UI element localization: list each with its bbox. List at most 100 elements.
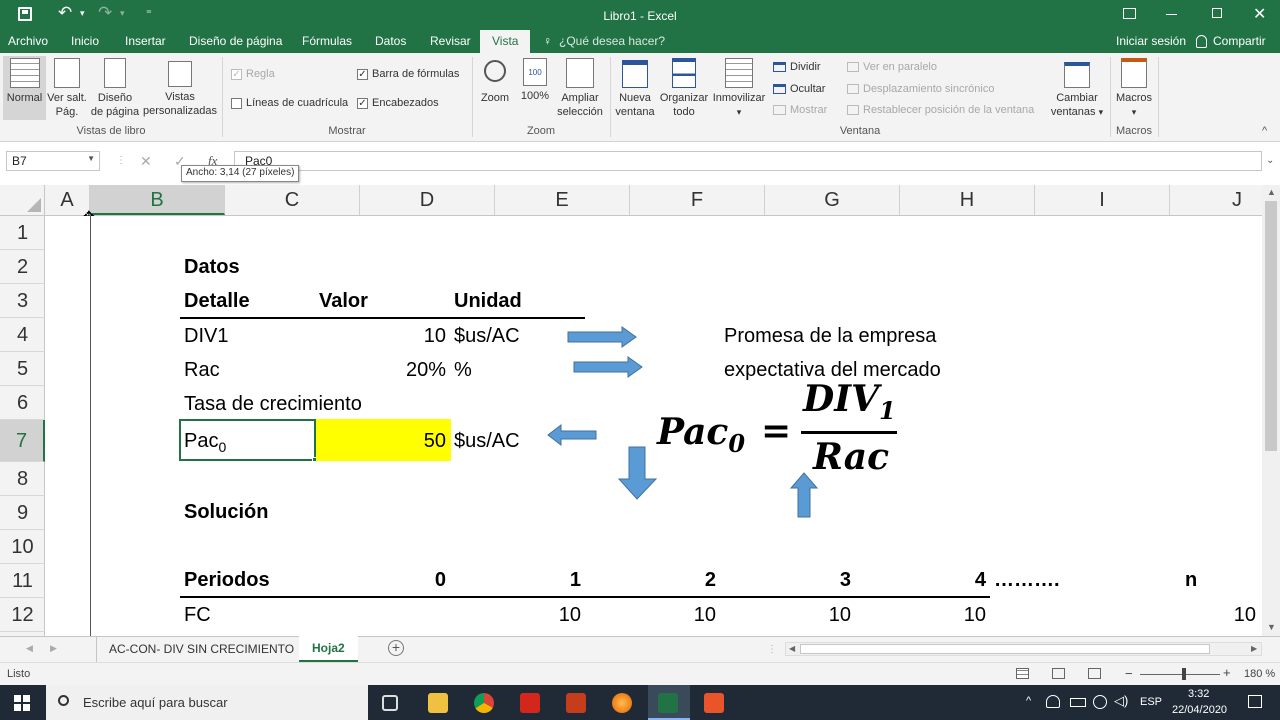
zoom-button[interactable]: Zoom xyxy=(476,58,514,105)
tab-diseno-pagina[interactable]: Diseño de página xyxy=(189,34,282,48)
page-layout-view-button[interactable]: Diseño de página xyxy=(90,58,140,119)
formula-bar-checkbox[interactable]: ✓ Barra de fórmulas xyxy=(357,68,459,80)
clock-date[interactable]: 22/04/2020 xyxy=(1172,704,1227,716)
zoom-selection-button[interactable]: Ampliar selección xyxy=(554,58,606,119)
row-header-8[interactable]: 8 xyxy=(0,462,45,496)
column-header-i[interactable]: I xyxy=(1035,185,1170,215)
sheet-next-icon[interactable]: ▶ xyxy=(50,643,57,654)
normal-view-status-icon[interactable] xyxy=(1016,668,1029,679)
cell-div1[interactable]: DIV1 xyxy=(184,325,228,348)
column-header-c[interactable]: C xyxy=(225,185,360,215)
excel-icon[interactable] xyxy=(658,693,678,713)
scroll-down-arrow-icon[interactable]: ▼ xyxy=(1267,622,1276,632)
row-header-5[interactable]: 5 xyxy=(0,352,45,386)
row-header-9[interactable]: 9 xyxy=(0,496,45,530)
page-layout-status-icon[interactable] xyxy=(1052,668,1065,679)
cell-periodos[interactable]: Periodos xyxy=(184,569,270,592)
signin-link[interactable]: Iniciar sesión xyxy=(1116,34,1186,48)
save-icon[interactable] xyxy=(18,7,32,21)
zoom-slider-track[interactable] xyxy=(1140,674,1220,675)
minimize-icon[interactable] xyxy=(1166,14,1177,15)
left-arrow-shape[interactable] xyxy=(547,424,597,446)
sheet-tab-hoja2[interactable]: Hoja2 xyxy=(299,636,358,662)
notifications-icon[interactable] xyxy=(1248,695,1262,708)
name-box-dropdown-icon[interactable]: ▼ xyxy=(87,154,95,163)
switch-windows-button[interactable]: Cambiar ventanas ▾ xyxy=(1048,58,1106,119)
cell-datos[interactable]: Datos xyxy=(184,256,240,279)
cell-fc-1[interactable]: 10 xyxy=(495,604,581,627)
windows-start-icon[interactable] xyxy=(14,695,30,711)
cell-period-3[interactable]: 3 xyxy=(765,569,851,592)
cell-pac-value[interactable]: 50 xyxy=(360,430,446,453)
cell-promesa[interactable]: Promesa de la empresa xyxy=(724,325,936,348)
share-button[interactable]: Compartir xyxy=(1213,34,1266,48)
cell-div1-unit[interactable]: $us/AC xyxy=(454,325,520,348)
cell-period-2[interactable]: 2 xyxy=(630,569,716,592)
taskbar-search-box[interactable]: Escribe aquí para buscar xyxy=(46,685,368,720)
vertical-scrollbar[interactable]: ▲ ▼ xyxy=(1262,185,1280,636)
cell-period-0[interactable]: 0 xyxy=(360,569,446,592)
column-header-b[interactable]: B xyxy=(90,185,225,215)
hide-button[interactable]: Ocultar xyxy=(773,83,825,95)
tell-me-input[interactable]: ¿Qué desea hacer? xyxy=(559,34,665,48)
camtasia-icon[interactable] xyxy=(704,693,724,713)
row-header-6[interactable]: 6 xyxy=(0,386,45,420)
custom-views-button[interactable]: Vistas personalizadas xyxy=(142,58,218,118)
worksheet-grid[interactable]: Datos Detalle Valor Unidad DIV1 10 $us/A… xyxy=(45,216,1262,636)
undo-dropdown-icon[interactable]: ▾ xyxy=(80,8,85,19)
row-header-11[interactable]: 11 xyxy=(0,564,45,598)
cell-rac-value[interactable]: 20% xyxy=(360,359,446,382)
tab-revisar[interactable]: Revisar xyxy=(430,34,471,48)
arrange-all-button[interactable]: Organizar todo xyxy=(658,58,710,119)
cell-period-dots[interactable]: ………. xyxy=(994,569,1060,592)
hscroll-thumb[interactable] xyxy=(800,644,1210,654)
cell-fc-n[interactable]: 10 xyxy=(1170,604,1256,627)
formula-input[interactable]: Pac0 xyxy=(234,151,1262,171)
firefox-icon[interactable] xyxy=(612,693,632,713)
row-header-3[interactable]: 3 xyxy=(0,284,45,318)
column-header-h[interactable]: H xyxy=(900,185,1035,215)
tab-vista[interactable]: Vista xyxy=(480,30,531,53)
gridlines-checkbox[interactable]: Líneas de cuadrícula xyxy=(231,97,348,109)
up-arrow-shape[interactable] xyxy=(790,472,818,518)
acrobat-icon[interactable] xyxy=(520,693,540,713)
tab-datos[interactable]: Datos xyxy=(375,34,406,48)
expand-formula-bar-icon[interactable]: ⌄ xyxy=(1266,155,1274,166)
row-header-12[interactable]: 12 xyxy=(0,598,45,632)
cell-pac-unit[interactable]: $us/AC xyxy=(454,430,520,453)
cell-fc-4[interactable]: 10 xyxy=(900,604,986,627)
row-header-7[interactable]: 7 xyxy=(0,420,45,462)
row-header-2[interactable]: 2 xyxy=(0,250,45,284)
close-icon[interactable]: ✕ xyxy=(1253,4,1266,24)
page-break-view-button[interactable]: Ver salt. Pág. xyxy=(46,58,88,119)
select-all-corner[interactable] xyxy=(0,185,45,215)
scroll-thumb[interactable] xyxy=(1265,201,1277,451)
zoom-in-button[interactable]: + xyxy=(1223,665,1231,680)
split-button[interactable]: Dividir xyxy=(773,61,821,73)
tab-inicio[interactable]: Inicio xyxy=(71,34,99,48)
tab-formulas[interactable]: Fórmulas xyxy=(302,34,352,48)
cell-valor[interactable]: Valor xyxy=(319,290,368,313)
undo-icon[interactable]: ↶ xyxy=(58,3,72,23)
cell-fc[interactable]: FC xyxy=(184,604,211,627)
horizontal-scrollbar[interactable]: ◀ ▶ xyxy=(785,642,1262,656)
cell-unidad[interactable]: Unidad xyxy=(454,290,522,313)
input-language[interactable]: ESP xyxy=(1140,696,1162,708)
customize-qat-icon[interactable]: ⁼ xyxy=(146,7,152,20)
sheet-tab-ac-con-div[interactable]: AC-CON- DIV SIN CRECIMIENTO xyxy=(96,637,308,662)
freeze-panes-button[interactable]: Inmovilizar ▾ xyxy=(710,58,768,119)
scroll-right-arrow-icon[interactable]: ▶ xyxy=(1251,644,1257,653)
cell-fc-2[interactable]: 10 xyxy=(630,604,716,627)
column-header-e[interactable]: E xyxy=(495,185,630,215)
restore-icon[interactable] xyxy=(1212,8,1222,18)
cancel-icon[interactable]: ✕ xyxy=(140,153,152,170)
zoom-slider-thumb[interactable] xyxy=(1182,668,1186,680)
tab-split-grip[interactable]: ⋮ xyxy=(767,644,777,655)
page-break-status-icon[interactable] xyxy=(1088,668,1101,679)
cell-solucion[interactable]: Solución xyxy=(184,501,268,524)
chrome-icon[interactable] xyxy=(474,693,494,713)
zoom-percent[interactable]: 180 % xyxy=(1244,668,1275,680)
column-header-g[interactable]: G xyxy=(765,185,900,215)
clock-time[interactable]: 3:32 xyxy=(1188,688,1209,700)
people-icon[interactable] xyxy=(1046,695,1060,708)
